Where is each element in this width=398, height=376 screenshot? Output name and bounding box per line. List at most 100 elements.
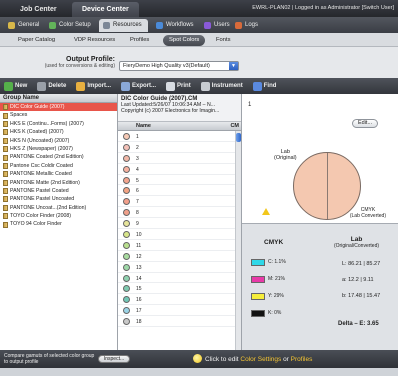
scroll-thumb[interactable] [236, 133, 241, 142]
group-list-item[interactable]: Spaces [0, 111, 117, 119]
color-swatch [123, 154, 130, 162]
group-list-item[interactable]: TOYO 94 Color Finder [0, 220, 117, 228]
export-button[interactable]: Export... [121, 81, 156, 91]
cyan-value[interactable]: C: 1.1% [268, 259, 286, 265]
color-list-row[interactable]: 5 [118, 175, 241, 186]
tab-job-center[interactable]: Job Center [10, 2, 67, 17]
color-swatch [123, 165, 130, 173]
ink-row-yellow: Y: 29% [251, 291, 284, 301]
color-list-row[interactable]: 4 [118, 164, 241, 175]
color-list-scrollbar[interactable] [235, 131, 241, 350]
group-list-item-label: PANTONE Pastel Uncoated [10, 196, 75, 203]
yellow-value[interactable]: Y: 29% [268, 293, 284, 299]
group-list-panel: Group Name DIC Color Guide (2007) Spaces H… [0, 94, 118, 350]
name-column-header[interactable]: Name [136, 122, 151, 130]
color-swatch [123, 187, 130, 195]
group-list-item-label: HKS N (Uncoated) (2007) [10, 137, 70, 144]
output-profile-select[interactable]: FieryDemo High Quality v3(Default) ▼ [119, 61, 239, 71]
color-list-row[interactable]: 8 [118, 207, 241, 219]
color-swatch [123, 296, 130, 304]
color-settings-link[interactable]: Color Settings [240, 356, 281, 363]
color-list-row[interactable]: 18 [118, 316, 241, 328]
book-icon [3, 154, 8, 161]
instrument-button[interactable]: Instrument [200, 81, 243, 91]
tab-color-setup[interactable]: Color Setup [45, 19, 97, 32]
color-preview-area: 1 Edit... Lab (Original) CMYK (Lab Conve… [242, 94, 398, 224]
color-name: 16 [136, 297, 142, 304]
group-list-item[interactable]: DIC Color Guide (2007) [0, 103, 117, 112]
group-list-item[interactable]: HKS Z (Newspaper) (2007) [0, 145, 117, 153]
group-list-item[interactable]: Pantone Csc Coldir Coated [0, 162, 117, 170]
profiles-link[interactable]: Profiles [291, 356, 313, 363]
tab-device-center[interactable]: Device Center [72, 2, 139, 17]
group-list-item[interactable]: PANTONE Uncoat...(2nd Edition) [0, 204, 117, 212]
color-list-row[interactable]: 10 [118, 229, 241, 240]
delete-button[interactable]: Delete [37, 81, 67, 91]
group-list-item[interactable]: HKS E (Continu...Forms) (2007) [0, 120, 117, 128]
group-list-item[interactable]: PANTONE Coated (2nd Edition) [0, 153, 117, 161]
lab-title: Lab [350, 236, 363, 243]
import-button[interactable]: Import... [76, 81, 111, 91]
color-list-row[interactable]: 14 [118, 273, 241, 284]
print-button[interactable]: Print [166, 81, 191, 91]
group-list-item[interactable]: PANTONE Pastel Coated [0, 187, 117, 195]
color-list-row[interactable]: 16 [118, 294, 241, 306]
color-list-row[interactable]: 12 [118, 251, 241, 262]
subtab-paper-catalog[interactable]: Paper Catalog [12, 35, 61, 46]
footer-bar: Compare gamuts of selected color group t… [0, 350, 398, 368]
color-name: 5 [136, 177, 139, 184]
black-value[interactable]: K: 0% [268, 310, 281, 316]
color-swatch [123, 285, 130, 293]
color-list-row[interactable]: 15 [118, 283, 241, 295]
tab-general[interactable]: General [4, 19, 45, 32]
tab-workflows[interactable]: Workflows [152, 19, 200, 32]
color-list-row[interactable]: 3 [118, 153, 241, 164]
color-swatch [123, 241, 130, 249]
group-list-item[interactable]: TOYO Color Finder (2008) [0, 212, 117, 220]
magenta-value[interactable]: M: 21% [268, 276, 285, 282]
subtab-vdp-resources[interactable]: VDP Resources [68, 35, 121, 46]
color-number: 1 [248, 102, 252, 108]
color-swatch [123, 274, 130, 282]
delete-icon [37, 81, 47, 91]
tab-label: Users [214, 22, 230, 28]
color-list-row[interactable]: 9 [118, 218, 241, 230]
color-swatch [123, 220, 130, 228]
book-icon [3, 204, 8, 211]
edit-button[interactable]: Edit... [352, 119, 378, 128]
subtab-profiles[interactable]: Profiles [124, 35, 155, 46]
color-list-row[interactable]: 1 [118, 131, 241, 142]
color-values-area: CMYK Lab (Original/Converted) C: 1.1% M:… [242, 225, 398, 350]
find-button[interactable]: Find [252, 81, 276, 91]
yellow-swatch [251, 292, 265, 300]
group-list-item[interactable]: PANTONE Metallic Coated [0, 170, 117, 178]
inspect-button[interactable]: Inspect... [98, 355, 130, 363]
new-icon [4, 81, 13, 91]
subtab-spot-colors[interactable]: Spot Colors [163, 35, 206, 46]
hint-prefix: Click to edit [205, 356, 239, 363]
color-list-row[interactable]: 13 [118, 262, 241, 273]
book-icon [3, 196, 8, 203]
color-swatch [123, 252, 130, 260]
black-swatch [251, 309, 265, 317]
new-button[interactable]: New [4, 81, 27, 91]
color-swatch [123, 133, 130, 140]
tab-resources[interactable]: Resources [99, 19, 148, 32]
output-profile-title: Output Profile: [66, 56, 115, 63]
color-list-row[interactable]: 7 [118, 196, 241, 208]
group-list-item[interactable]: HKS K (Coated) (2007) [0, 128, 117, 136]
cm-column-header[interactable]: CM [230, 122, 239, 130]
color-list-row[interactable]: 2 [118, 142, 241, 153]
color-list-row[interactable]: 6 [118, 185, 241, 197]
color-name: 4 [136, 166, 139, 173]
button-label: Delete [48, 83, 67, 89]
group-list-item[interactable]: PANTONE Matte (2nd Edition) [0, 179, 117, 187]
ink-row-cyan: C: 1.1% [251, 257, 286, 267]
tab-logs[interactable]: Logs [231, 19, 264, 32]
group-list-item[interactable]: HKS N (Uncoated) (2007) [0, 137, 117, 145]
book-icon [3, 171, 8, 178]
color-list-row[interactable]: 17 [118, 305, 241, 317]
color-list-row[interactable]: 11 [118, 240, 241, 251]
subtab-fonts[interactable]: Fonts [210, 35, 237, 46]
group-list-item[interactable]: PANTONE Pastel Uncoated [0, 195, 117, 203]
